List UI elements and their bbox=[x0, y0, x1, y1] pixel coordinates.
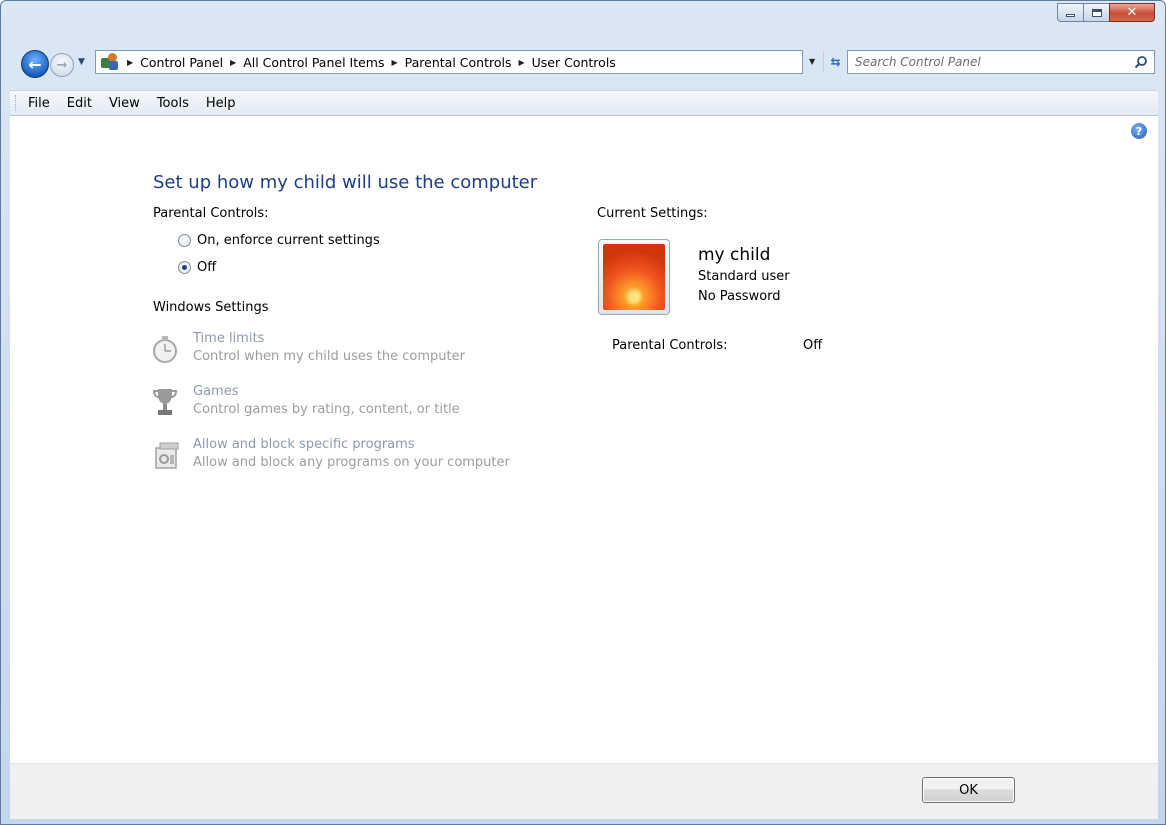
stopwatch-icon bbox=[153, 336, 177, 363]
radio-on[interactable] bbox=[178, 234, 191, 247]
address-bar[interactable]: ▶ Control Panel ▶ All Control Panel Item… bbox=[95, 50, 803, 74]
breadcrumb-control-panel[interactable]: Control Panel bbox=[140, 55, 223, 70]
breadcrumb-separator-icon[interactable]: ▶ bbox=[392, 58, 398, 67]
windows-settings-label: Windows Settings bbox=[153, 300, 269, 315]
games-link: Games bbox=[193, 384, 239, 399]
menu-tools[interactable]: Tools bbox=[157, 96, 189, 111]
radio-off[interactable] bbox=[178, 261, 191, 274]
window-frame: ✕ ← → ▼ ▶ Control Panel ▶ All Control Pa… bbox=[0, 0, 1166, 825]
back-arrow-icon: ← bbox=[28, 54, 42, 74]
refresh-icon: ⇆ bbox=[830, 55, 841, 69]
parental-controls-label: Parental Controls: bbox=[153, 206, 269, 221]
navigation-row: ← → ▼ ▶ Control Panel ▶ All Control Pane… bbox=[15, 48, 1165, 78]
programs-link: Allow and block specific programs bbox=[193, 437, 415, 452]
radio-off-row[interactable]: Off bbox=[178, 260, 216, 275]
breadcrumb-separator-icon[interactable]: ▶ bbox=[127, 58, 133, 67]
chevron-down-icon: ▼ bbox=[78, 57, 85, 67]
current-settings-label: Current Settings: bbox=[597, 206, 708, 221]
forward-arrow-icon: → bbox=[56, 57, 68, 73]
breadcrumb-parental-controls[interactable]: Parental Controls bbox=[405, 55, 512, 70]
refresh-button[interactable]: ⇆ bbox=[823, 51, 847, 73]
search-icon[interactable] bbox=[1134, 55, 1148, 69]
maximize-icon bbox=[1091, 8, 1102, 17]
menu-grip bbox=[15, 95, 18, 111]
password-status: No Password bbox=[698, 289, 781, 304]
recent-pages-button[interactable]: ▼ bbox=[78, 57, 90, 71]
button-bar: OK bbox=[10, 763, 1158, 819]
breadcrumb-user-controls[interactable]: User Controls bbox=[532, 55, 616, 70]
content-area: ? Set up how my child will use the compu… bbox=[10, 116, 1158, 763]
avatar bbox=[598, 239, 670, 315]
breadcrumb-separator-icon[interactable]: ▶ bbox=[518, 58, 524, 67]
user-name: my child bbox=[698, 245, 771, 265]
ok-button[interactable]: OK bbox=[922, 777, 1015, 803]
programs-icon bbox=[155, 442, 179, 469]
caption-buttons: ✕ bbox=[1057, 3, 1155, 22]
minimize-icon bbox=[1066, 14, 1075, 17]
games-description: Control games by rating, content, or tit… bbox=[193, 402, 460, 417]
account-type: Standard user bbox=[698, 269, 790, 284]
breadcrumb-all-items[interactable]: All Control Panel Items bbox=[243, 55, 384, 70]
programs-description: Allow and block any programs on your com… bbox=[193, 455, 510, 470]
setting-time-limits: Time limits Control when my child uses t… bbox=[150, 330, 465, 366]
address-dropdown-icon[interactable]: ▼ bbox=[809, 57, 815, 66]
page-title: Set up how my child will use the compute… bbox=[153, 172, 538, 193]
time-limits-description: Control when my child uses the computer bbox=[193, 349, 465, 364]
close-icon: ✕ bbox=[1126, 5, 1138, 20]
radio-on-row[interactable]: On, enforce current settings bbox=[178, 233, 380, 248]
radio-on-label[interactable]: On, enforce current settings bbox=[197, 233, 380, 248]
setting-games: Games Control games by rating, content, … bbox=[150, 383, 460, 419]
breadcrumb-separator-icon[interactable]: ▶ bbox=[230, 58, 236, 67]
maximize-button[interactable] bbox=[1083, 3, 1110, 22]
minimize-button[interactable] bbox=[1057, 3, 1084, 22]
trophy-icon bbox=[152, 389, 178, 415]
avatar-picture bbox=[603, 244, 665, 310]
current-parental-controls-label: Parental Controls: bbox=[612, 338, 728, 353]
menu-edit[interactable]: Edit bbox=[67, 96, 92, 111]
time-limits-link: Time limits bbox=[193, 331, 265, 346]
menu-file[interactable]: File bbox=[28, 96, 50, 111]
close-button[interactable]: ✕ bbox=[1109, 3, 1155, 22]
search-input[interactable] bbox=[848, 51, 1118, 73]
forward-button[interactable]: → bbox=[50, 53, 74, 77]
back-button[interactable]: ← bbox=[21, 50, 49, 78]
menu-bar: File Edit View Tools Help bbox=[10, 90, 1158, 116]
setting-programs: Allow and block specific programs Allow … bbox=[150, 436, 510, 472]
control-panel-icon bbox=[100, 52, 120, 72]
search-box bbox=[847, 50, 1155, 74]
help-icon[interactable]: ? bbox=[1131, 123, 1147, 139]
radio-off-label[interactable]: Off bbox=[197, 260, 216, 275]
current-parental-controls-value: Off bbox=[803, 338, 823, 353]
menu-view[interactable]: View bbox=[109, 96, 140, 111]
menu-help[interactable]: Help bbox=[206, 96, 236, 111]
